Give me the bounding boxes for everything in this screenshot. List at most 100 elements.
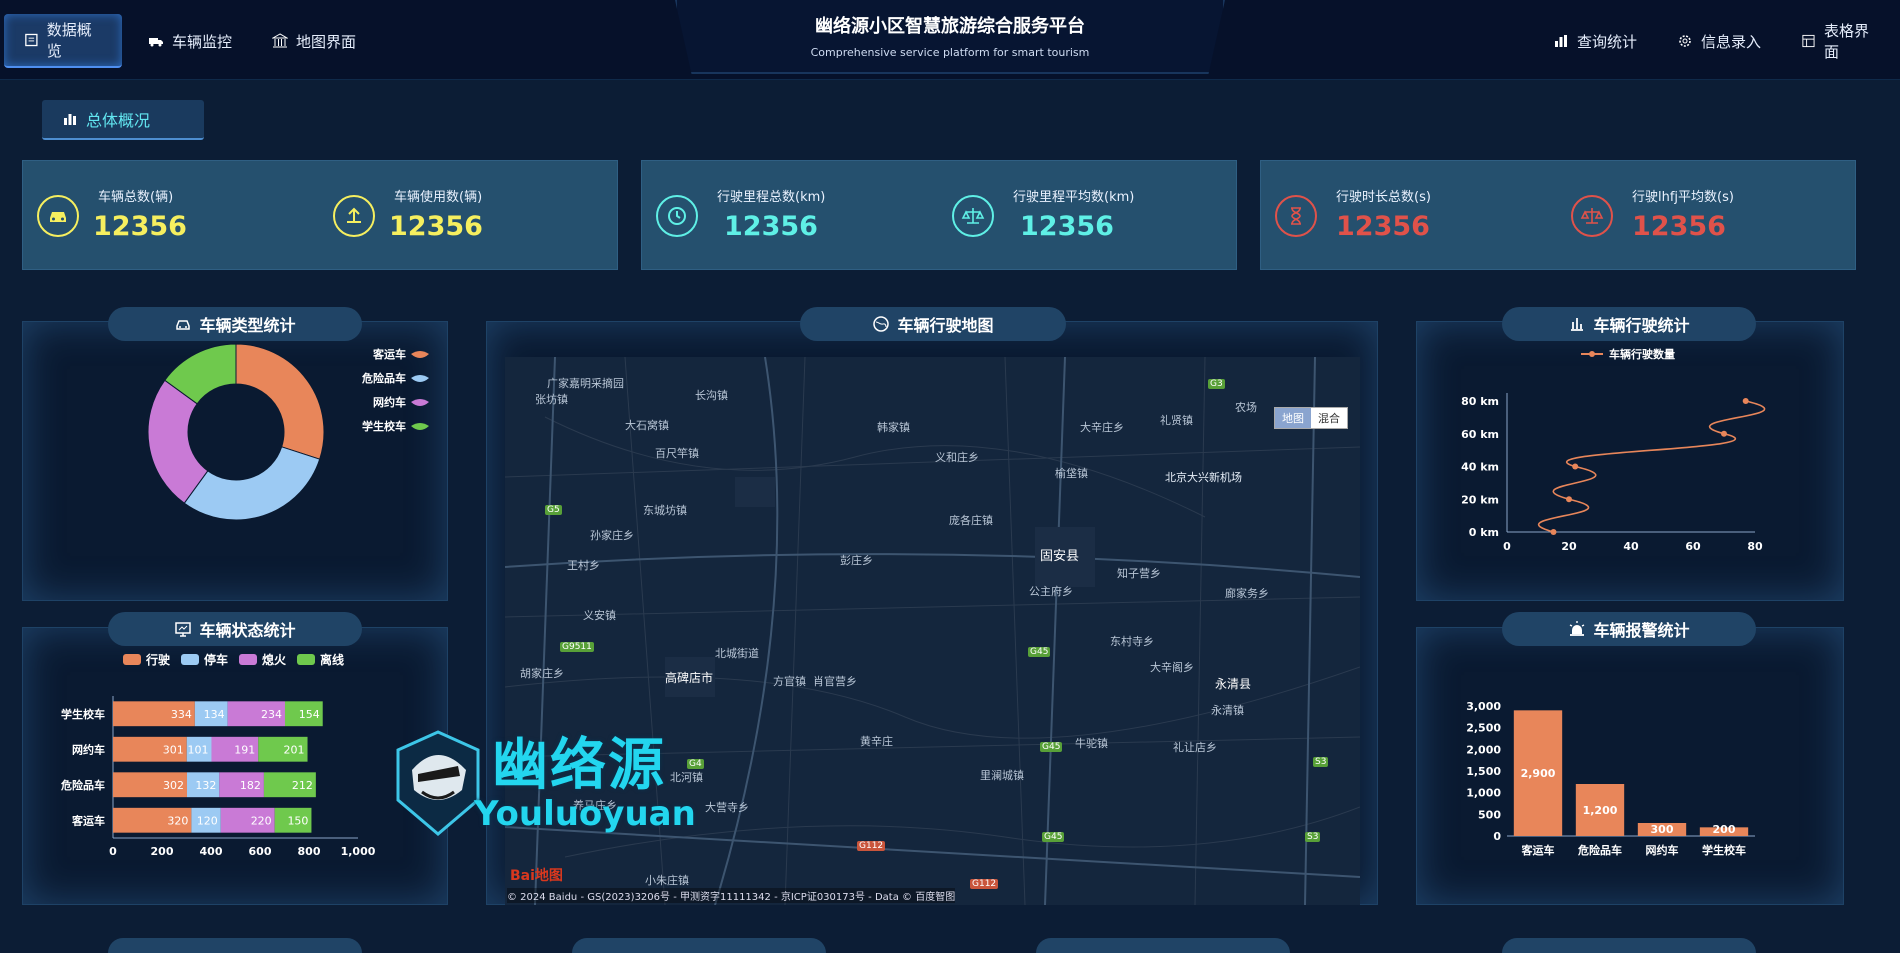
- gear-icon: [1679, 35, 1691, 47]
- line-point: [1566, 496, 1572, 503]
- kpi-value: 12356: [724, 211, 818, 242]
- truck-icon: [149, 38, 163, 47]
- map-label: 肖官营乡: [813, 675, 857, 688]
- monitor-icon: [175, 622, 192, 637]
- line-chart: 车辆行驶数量 0 km 20 km 40 km 60 km 80 km 0 20 40 60 80: [1461, 347, 1766, 553]
- kpi-value: 12356: [1336, 211, 1430, 242]
- dashboard: 数据概览 车辆监控 地图界面 幽络源小区智慧旅游综合服务平台 Comprehen…: [0, 0, 1900, 953]
- alarm-icon: [1570, 621, 1585, 636]
- map-label: 彭庄乡: [840, 554, 873, 567]
- bar-value-label: 2,900: [1521, 767, 1556, 780]
- nav-table-view[interactable]: 表格界面: [1781, 14, 1900, 68]
- bar-value-label: 220: [251, 814, 272, 827]
- legend-swatch: [411, 423, 429, 430]
- stacked-bar-chart: 行驶 停车 熄火 离线 0 200 400 600 800 1,000 客运车 320 120 220 15…: [60, 652, 376, 858]
- map-label: 东村寺乡: [1110, 635, 1154, 648]
- nav-query-stats[interactable]: 查询统计: [1533, 14, 1657, 68]
- x-tick-label: 20: [1561, 540, 1577, 553]
- map-type-map[interactable]: 地图: [1275, 408, 1311, 428]
- bar-chart-icon: [64, 114, 76, 125]
- bar-value-label: 150: [287, 814, 308, 827]
- nav-label: 信息录入: [1701, 32, 1762, 51]
- y-tick-label: 3,000: [1466, 700, 1501, 713]
- watermark-cn: 幽络源: [492, 733, 666, 798]
- kpi-card-duration: 行驶时长总数(s) 12356 行驶lhfj平均数(s) 12356: [1260, 160, 1856, 270]
- road-tag: S3: [1313, 757, 1329, 767]
- map-type-hybrid[interactable]: 混合: [1311, 408, 1347, 428]
- panel-title-map: 车辆行驶地图: [800, 307, 1066, 341]
- nav-map-view[interactable]: 地图界面: [252, 14, 376, 68]
- kpi-label: 行驶里程总数(km): [717, 190, 826, 205]
- y-tick-label: 40 km: [1461, 461, 1499, 474]
- legend-label: 熄火: [262, 652, 287, 667]
- scale-icon: [952, 195, 994, 237]
- map-label: 礼让店乡: [1173, 741, 1217, 754]
- bar-value-label: 201: [284, 743, 305, 756]
- kpi-value: 12356: [1632, 211, 1726, 242]
- line-point: [1742, 398, 1749, 404]
- bar-value-label: 101: [187, 743, 208, 756]
- nav-label: 查询统计: [1577, 32, 1638, 51]
- kpi-label: 车辆总数(辆): [98, 190, 174, 205]
- map-type-switch[interactable]: 地图 混合: [1274, 407, 1348, 429]
- legend-label: 车辆行驶数量: [1609, 347, 1675, 361]
- bar-value-label: 301: [163, 743, 184, 756]
- bar-value-label: 132: [195, 779, 216, 792]
- map-label: 大辛庄乡: [1080, 421, 1124, 434]
- legend-label: 危险品车: [361, 371, 406, 385]
- legend-swatch: [411, 375, 429, 382]
- x-tick-label: 40: [1623, 540, 1639, 553]
- document-icon: [25, 33, 38, 47]
- nav-label: 表格界面: [1823, 22, 1869, 61]
- panel-alarm-stats: 0 500 1,000 1,500 2,000 2,500 3,000 2,900 客运车 1,2…: [1416, 627, 1844, 905]
- legend-label: 停车: [204, 652, 228, 667]
- panel-title-alarm-stats: 车辆报警统计: [1502, 612, 1756, 646]
- y-tick-label: 网约车: [72, 742, 105, 756]
- map-label: 王村乡: [567, 559, 600, 572]
- baidu-logo: Bai地图: [510, 868, 563, 884]
- panel-title-drive-stats: 车辆行驶统计: [1502, 307, 1756, 341]
- kpi-item: 行驶时长总数(s) 12356: [1261, 161, 1551, 271]
- road-tag: G112: [857, 841, 886, 851]
- map-label: 义和庄乡: [935, 451, 979, 464]
- bar-value-label: 302: [163, 779, 184, 792]
- y-tick-label: 2,500: [1466, 722, 1501, 735]
- nav-vehicle-monitor[interactable]: 车辆监控: [128, 14, 252, 68]
- map-label: 大石窝镇: [625, 419, 669, 432]
- y-tick-label: 0: [1493, 830, 1501, 843]
- bar-value-label: 200: [1713, 823, 1736, 836]
- panel-title-text: 车辆报警统计: [1593, 621, 1690, 640]
- y-tick-label: 60 km: [1461, 428, 1499, 441]
- bar-value-label: 234: [261, 708, 282, 721]
- road-tag: G112: [970, 879, 999, 889]
- section-tab-overview[interactable]: 总体概况: [42, 100, 204, 140]
- kpi-item: 行驶里程总数(km) 12356: [642, 161, 932, 271]
- panel-title-vehicle-type: 车辆类型统计: [108, 307, 362, 341]
- map-label: 里澜城镇: [980, 769, 1024, 782]
- y-tick-label: 客运车: [71, 813, 105, 827]
- nav-data-overview[interactable]: 数据概览: [4, 14, 122, 68]
- bar-value-label: 1,200: [1583, 804, 1618, 817]
- upload-icon: [333, 195, 375, 237]
- map-label: 廊家务乡: [1225, 587, 1269, 600]
- map-label: 张坊镇: [535, 393, 568, 406]
- x-tick-label: 学生校车: [1702, 843, 1746, 857]
- car-icon: [37, 195, 79, 237]
- nav-label: 数据概览: [46, 21, 92, 60]
- road-tag: G45: [1042, 832, 1065, 842]
- map-label: 北城街道: [715, 647, 759, 660]
- road-tag: G3: [1208, 379, 1225, 389]
- map-label: 知子营乡: [1117, 567, 1161, 580]
- nav-info-entry[interactable]: 信息录入: [1657, 14, 1781, 68]
- map-label: 公主府乡: [1029, 585, 1073, 598]
- section-tab-label: 总体概况: [86, 111, 151, 130]
- map-label: 韩家镇: [877, 421, 910, 434]
- panel-vehicle-status: 行驶 停车 熄火 离线 0 200 400 600 800 1,000 客运车 320 120 220 15…: [22, 627, 448, 905]
- scale-icon: [1571, 195, 1613, 237]
- bar-value-label: 212: [292, 779, 313, 792]
- car-icon: [176, 320, 191, 330]
- map-label: 长沟镇: [695, 389, 728, 402]
- road-tag: G9511: [560, 642, 594, 652]
- map-label: 东城坊镇: [643, 504, 687, 517]
- bar-value-label: 154: [299, 708, 320, 721]
